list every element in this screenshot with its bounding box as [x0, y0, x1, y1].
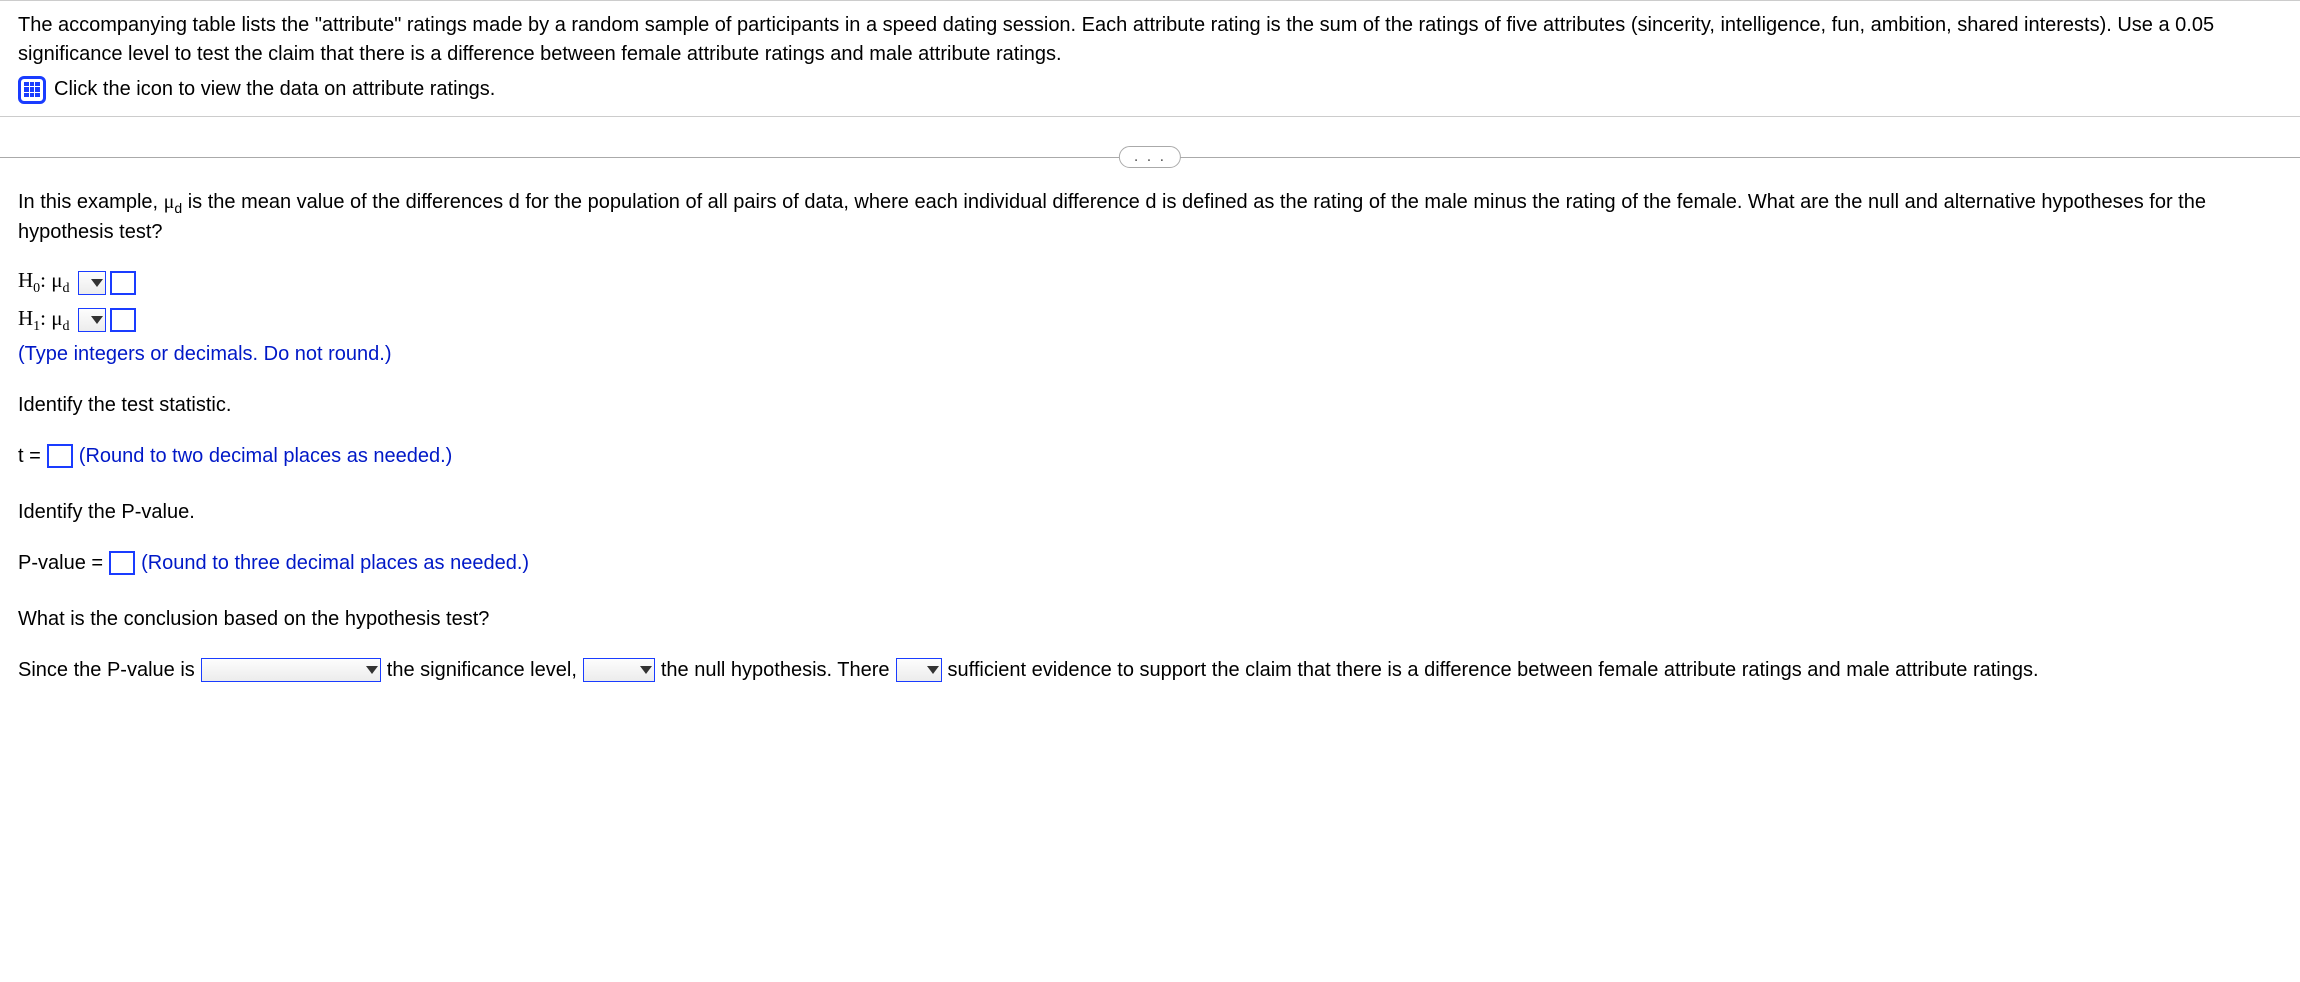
- chevron-down-icon: [927, 666, 939, 674]
- conclusion-question: What is the conclusion based on the hypo…: [18, 605, 2282, 634]
- conclusion-sentence: Since the P-value is the significance le…: [18, 650, 2282, 690]
- section-divider: . . .: [0, 157, 2300, 158]
- t-hint: (Round to two decimal places as needed.): [79, 436, 453, 476]
- view-data-icon[interactable]: [18, 76, 46, 104]
- p-value-input[interactable]: [109, 551, 135, 575]
- mu-d-definition: In this example, μd is the mean value of…: [18, 188, 2282, 247]
- question-body: In this example, μd is the mean value of…: [0, 188, 2300, 720]
- p-input-row: P-value = (Round to three decimal places…: [18, 543, 2282, 583]
- h0-row: H0: μd: [18, 265, 2282, 299]
- t-input-row: t = (Round to two decimal places as need…: [18, 436, 2282, 476]
- chevron-down-icon: [640, 666, 652, 674]
- identify-p-label: Identify the P-value.: [18, 498, 2282, 527]
- t-value-input[interactable]: [47, 444, 73, 468]
- p-hint: (Round to three decimal places as needed…: [141, 543, 529, 583]
- view-data-link-text[interactable]: Click the icon to view the data on attri…: [54, 75, 495, 104]
- identify-t-label: Identify the test statistic.: [18, 391, 2282, 420]
- h1-operator-dropdown[interactable]: [78, 308, 106, 332]
- pvalue-compare-dropdown[interactable]: [201, 658, 381, 682]
- h1-row: H1: μd: [18, 303, 2282, 337]
- table-grid-icon: [24, 82, 40, 98]
- problem-intro-text: The accompanying table lists the "attrib…: [18, 11, 2282, 69]
- chevron-down-icon: [366, 666, 378, 674]
- expand-pill[interactable]: . . .: [1119, 146, 1181, 168]
- hypotheses-hint: (Type integers or decimals. Do not round…: [18, 340, 2282, 369]
- chevron-down-icon: [91, 316, 103, 324]
- h0-value-input[interactable]: [110, 271, 136, 295]
- chevron-down-icon: [91, 279, 103, 287]
- is-isnot-dropdown[interactable]: [896, 658, 942, 682]
- h1-value-input[interactable]: [110, 308, 136, 332]
- reject-fail-dropdown[interactable]: [583, 658, 655, 682]
- problem-header: The accompanying table lists the "attrib…: [0, 0, 2300, 117]
- h0-operator-dropdown[interactable]: [78, 271, 106, 295]
